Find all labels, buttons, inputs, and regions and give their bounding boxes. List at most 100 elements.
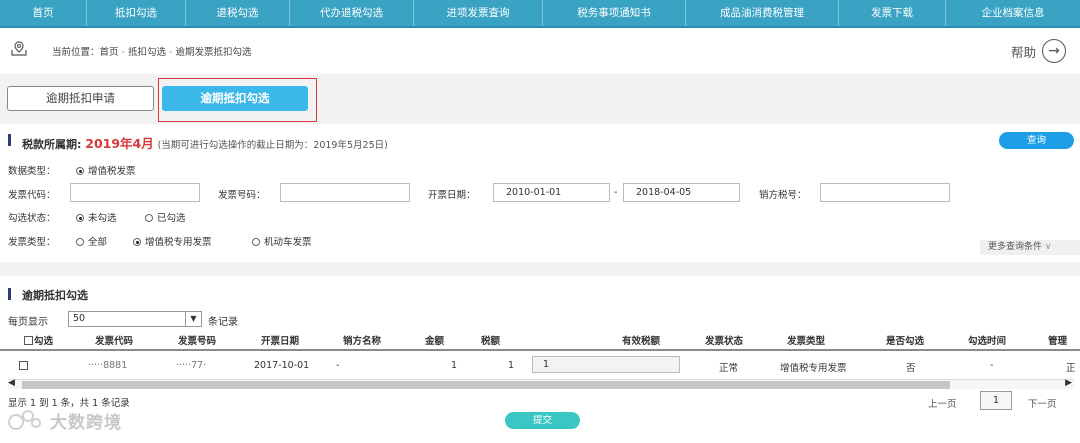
tab-area: 逾期抵扣申请 逾期抵扣勾选 bbox=[0, 74, 1080, 122]
nav-item-tax-notice[interactable]: 税务事项通知书 bbox=[543, 0, 686, 26]
help-label: 帮助 bbox=[1010, 44, 1036, 60]
more-conditions-toggle[interactable]: 更多查询条件 ∨ bbox=[980, 240, 1080, 255]
type-special-radio[interactable]: 增值税专用发票 bbox=[133, 234, 212, 248]
arrow-right-circle-icon[interactable]: → bbox=[1042, 39, 1066, 63]
row-manage[interactable]: 正 bbox=[1066, 360, 1076, 374]
header-select-all[interactable]: 勾选 bbox=[24, 333, 53, 347]
next-page-link[interactable]: 下一页 bbox=[1028, 396, 1057, 410]
watermark-logo-icon bbox=[8, 410, 41, 430]
row-select-time: - bbox=[990, 360, 994, 371]
query-panel: 税款所属期: 2019年4月 (当期可进行勾选操作的截止日期为：2019年5月2… bbox=[0, 124, 1080, 262]
invoice-code-input[interactable] bbox=[70, 183, 200, 202]
row-checkbox[interactable] bbox=[19, 361, 28, 370]
watermark-text: 大数跨境 bbox=[50, 412, 122, 433]
radio-selected-icon[interactable] bbox=[133, 238, 141, 246]
section-marker bbox=[8, 288, 11, 300]
nav-item-deduction-select[interactable]: 抵扣勾选 bbox=[87, 0, 186, 26]
row-tax: 1 bbox=[508, 360, 515, 371]
row-seller: - bbox=[336, 360, 340, 371]
horizontal-scrollbar[interactable]: ◀ ▶ bbox=[8, 378, 1074, 389]
breadcrumb-home[interactable]: 首页 bbox=[100, 47, 119, 58]
column-header: 金额 bbox=[425, 336, 445, 347]
column-header: 发票类型 bbox=[787, 336, 826, 347]
breadcrumb-level2: 逾期发票抵扣勾选 bbox=[175, 47, 252, 58]
row-status: 正常 bbox=[719, 363, 739, 374]
watermark: 大数跨境 bbox=[6, 406, 122, 434]
chevron-down-icon: ∨ bbox=[1044, 242, 1052, 252]
radio-empty-icon[interactable] bbox=[145, 214, 153, 222]
nav-item-fuel-tax[interactable]: 成品油消费税管理 bbox=[686, 0, 839, 26]
query-button[interactable]: 查询 bbox=[999, 132, 1074, 149]
scrollbar-thumb[interactable] bbox=[22, 381, 950, 389]
status-selected-radio[interactable]: 已勾选 bbox=[145, 210, 186, 224]
data-type-label: 数据类型： bbox=[8, 166, 56, 177]
radio-selected-icon[interactable] bbox=[76, 214, 84, 222]
overdue-apply-button[interactable]: 逾期抵扣申请 bbox=[7, 86, 154, 111]
breadcrumb-sep: - bbox=[118, 47, 128, 58]
data-type-option: 增值税发票 bbox=[88, 166, 136, 177]
help-link[interactable]: 帮助 → bbox=[1011, 39, 1066, 63]
period-note: (当期可进行勾选操作的截止日期为：2019年5月25日) bbox=[157, 140, 388, 151]
chevron-down-icon[interactable]: ▼ bbox=[185, 312, 201, 326]
nav-item-refund-select[interactable]: 退税勾选 bbox=[186, 0, 290, 26]
top-nav: 首页 抵扣勾选 退税勾选 代办退税勾选 进项发票查询 税务事项通知书 成品油消费… bbox=[0, 0, 1080, 28]
checkbox-icon[interactable] bbox=[24, 336, 33, 345]
nav-item-invoice-download[interactable]: 发票下载 bbox=[839, 0, 946, 26]
row-amount: 1 bbox=[451, 360, 458, 371]
invoice-no-input[interactable] bbox=[280, 183, 410, 202]
date-to-input[interactable]: 2018-04-05 bbox=[623, 183, 740, 202]
more-conditions-label: 更多查询条件 bbox=[988, 242, 1043, 252]
section-marker bbox=[8, 134, 11, 146]
period-label: 税款所属期: bbox=[22, 138, 82, 151]
row-invoice-code: ·····8881 bbox=[88, 360, 128, 371]
header-divider bbox=[0, 349, 1080, 351]
submit-button[interactable]: 提交 bbox=[505, 412, 580, 429]
status-label: 勾选状态： bbox=[8, 213, 56, 224]
status-unselected-radio[interactable]: 未勾选 bbox=[76, 210, 117, 224]
status-option-selected: 已勾选 bbox=[157, 213, 186, 224]
nav-item-input-invoice-query[interactable]: 进项发票查询 bbox=[414, 0, 543, 26]
date-label: 开票日期： bbox=[428, 190, 476, 201]
nav-item-company-profile[interactable]: 企业档案信息 bbox=[946, 0, 1080, 26]
seller-tax-input[interactable] bbox=[820, 183, 950, 202]
period-value: 2019年4月 bbox=[85, 136, 154, 151]
type-option-vehicle: 机动车发票 bbox=[264, 237, 312, 248]
column-header: 勾选 bbox=[34, 336, 54, 347]
row-date: 2017-10-01 bbox=[254, 360, 310, 371]
breadcrumb-level1[interactable]: 抵扣勾选 bbox=[128, 47, 166, 58]
column-header: 有效税额 bbox=[622, 336, 661, 347]
page-number[interactable]: 1 bbox=[980, 391, 1012, 410]
column-header: 勾选时间 bbox=[968, 336, 1007, 347]
breadcrumb-label: 当前位置： bbox=[52, 47, 100, 58]
radio-empty-icon[interactable] bbox=[252, 238, 260, 246]
prev-page-link[interactable]: 上一页 bbox=[928, 396, 957, 410]
page-size-value: 50 bbox=[73, 313, 86, 324]
seller-tax-label: 销方税号： bbox=[759, 190, 807, 201]
valid-tax-input[interactable]: 1 bbox=[532, 356, 680, 373]
type-all-radio[interactable]: 全部 bbox=[76, 234, 107, 248]
nav-item-home[interactable]: 首页 bbox=[0, 0, 87, 26]
invoice-code-label: 发票代码： bbox=[8, 190, 56, 201]
location-icon bbox=[11, 41, 27, 56]
column-header: 发票代码 bbox=[95, 336, 134, 347]
radio-selected-icon[interactable] bbox=[76, 167, 84, 175]
column-header: 开票日期 bbox=[261, 336, 300, 347]
scroll-left-icon[interactable]: ◀ bbox=[8, 378, 15, 388]
row-selected: 否 bbox=[906, 363, 916, 374]
radio-empty-icon[interactable] bbox=[76, 238, 84, 246]
period-heading: 税款所属期: 2019年4月 (当期可进行勾选操作的截止日期为：2019年5月2… bbox=[22, 133, 388, 152]
row-type: 增值税专用发票 bbox=[780, 363, 847, 374]
nav-item-agent-refund-select[interactable]: 代办退税勾选 bbox=[290, 0, 414, 26]
data-type-radio[interactable]: 增值税发票 bbox=[76, 163, 136, 177]
row-invoice-no: ·····77· bbox=[176, 360, 207, 371]
overdue-select-button[interactable]: 逾期抵扣勾选 bbox=[162, 86, 308, 111]
type-vehicle-radio[interactable]: 机动车发票 bbox=[252, 234, 312, 248]
column-header: 税额 bbox=[481, 336, 501, 347]
column-header: 发票状态 bbox=[705, 336, 744, 347]
page-size-select[interactable]: 50 ▼ bbox=[68, 311, 202, 327]
scroll-right-icon[interactable]: ▶ bbox=[1065, 378, 1072, 388]
page-size-label: 每页显示 bbox=[8, 317, 48, 328]
column-header: 发票号码 bbox=[178, 336, 217, 347]
date-from-input[interactable]: 2010-01-01 bbox=[493, 183, 610, 202]
invoice-no-label: 发票号码： bbox=[218, 190, 266, 201]
